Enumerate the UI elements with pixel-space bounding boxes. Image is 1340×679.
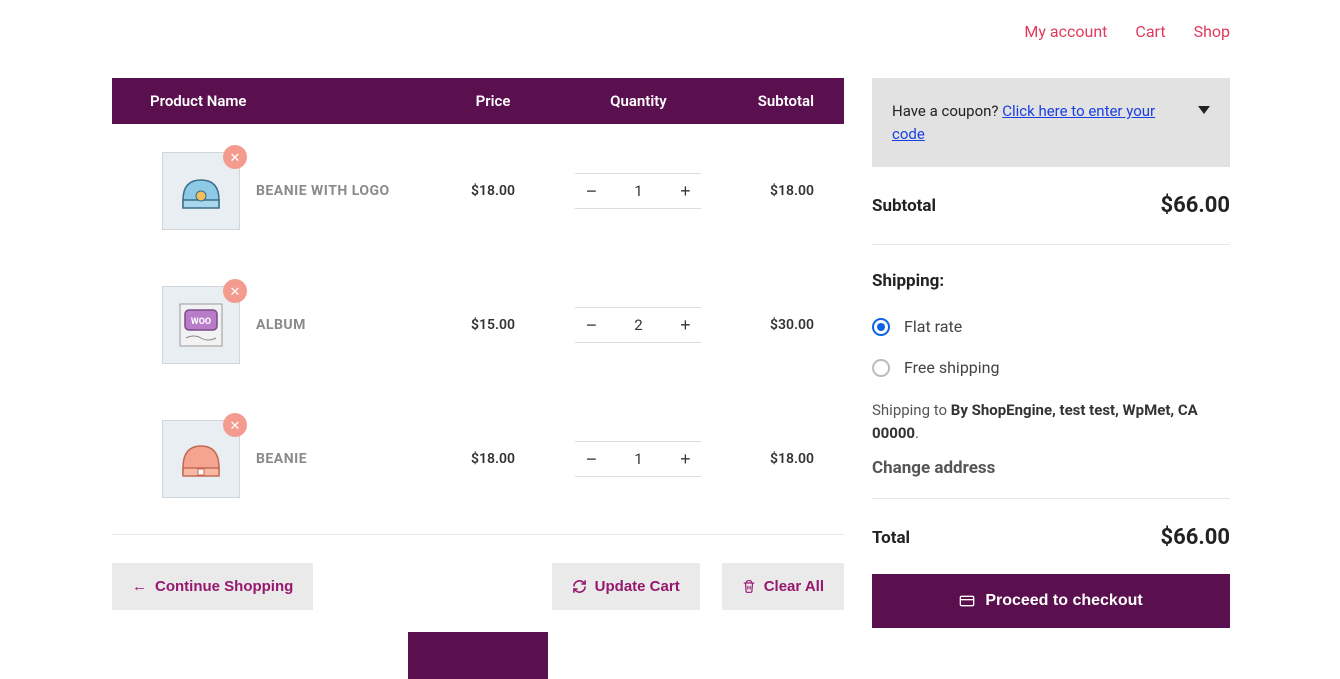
- album-icon: WOO: [174, 298, 228, 352]
- shipping-option-label: Free shipping: [904, 358, 1000, 377]
- product-price: $18.00: [433, 392, 553, 526]
- change-address-link[interactable]: Change address: [872, 458, 1230, 478]
- product-name: ALBUM: [256, 317, 306, 333]
- col-subtotal: Subtotal: [724, 78, 844, 124]
- arrow-left-icon: ←: [132, 578, 147, 595]
- table-row: ✕ BEANIE $18.00: [112, 392, 844, 526]
- refresh-icon: [572, 579, 587, 594]
- product-thumbnail: ✕: [162, 420, 240, 498]
- close-icon: ✕: [230, 151, 241, 164]
- clear-label: Clear All: [764, 578, 824, 595]
- product-subtotal: $18.00: [724, 124, 844, 258]
- top-nav: My account Cart Shop: [1024, 22, 1230, 41]
- shipping-option-free[interactable]: Free shipping: [872, 358, 1230, 377]
- shipping-heading: Shipping:: [872, 271, 1230, 291]
- remove-item-button[interactable]: ✕: [223, 279, 247, 303]
- radio-selected-icon: [872, 318, 890, 336]
- table-row: ✕ BEANIE WITH LOGO $18.00: [112, 124, 844, 258]
- quantity-stepper: − 1 +: [575, 173, 701, 209]
- shipping-option-flat-rate[interactable]: Flat rate: [872, 317, 1230, 336]
- qty-increase-button[interactable]: +: [669, 308, 701, 342]
- nav-shop[interactable]: Shop: [1194, 22, 1230, 41]
- beanie-logo-icon: [177, 170, 225, 212]
- qty-value: 2: [607, 316, 669, 334]
- quantity-stepper: − 1 +: [575, 441, 701, 477]
- qty-decrease-button[interactable]: −: [575, 308, 607, 342]
- qty-value: 1: [607, 450, 669, 468]
- qty-increase-button[interactable]: +: [669, 442, 701, 476]
- trash-icon: [742, 579, 756, 594]
- summary-section: Have a coupon? Click here to enter your …: [872, 78, 1230, 679]
- close-icon: ✕: [230, 419, 241, 432]
- product-name: BEANIE WITH LOGO: [256, 183, 390, 199]
- update-label: Update Cart: [595, 578, 680, 595]
- product-thumbnail: ✕: [162, 152, 240, 230]
- card-icon: [959, 593, 975, 609]
- col-product-name: Product Name: [112, 78, 433, 124]
- subtotal-value: $66.00: [1161, 193, 1231, 218]
- total-label: Total: [872, 528, 910, 548]
- svg-text:WOO: WOO: [191, 317, 211, 327]
- coupon-box[interactable]: Have a coupon? Click here to enter your …: [872, 78, 1230, 167]
- qty-increase-button[interactable]: +: [669, 174, 701, 208]
- continue-label: Continue Shopping: [155, 578, 293, 595]
- shipping-block: Shipping: Flat rate Free shipping Shippi…: [872, 245, 1230, 499]
- qty-decrease-button[interactable]: −: [575, 442, 607, 476]
- product-thumbnail: ✕ WOO: [162, 286, 240, 364]
- continue-shopping-button[interactable]: ← Continue Shopping: [112, 563, 313, 610]
- cart-section: Product Name Price Quantity Subtotal ✕: [112, 78, 844, 679]
- checkout-label: Proceed to checkout: [985, 592, 1142, 610]
- chevron-down-icon: [1198, 106, 1210, 114]
- bottom-dark-button[interactable]: [408, 632, 548, 679]
- product-subtotal: $30.00: [724, 258, 844, 392]
- nav-cart[interactable]: Cart: [1135, 22, 1165, 41]
- shipping-to-text: Shipping to By ShopEngine, test test, Wp…: [872, 399, 1230, 444]
- close-icon: ✕: [230, 285, 241, 298]
- proceed-to-checkout-button[interactable]: Proceed to checkout: [872, 574, 1230, 628]
- product-subtotal: $18.00: [724, 392, 844, 526]
- shipping-option-label: Flat rate: [904, 317, 962, 336]
- qty-value: 1: [607, 182, 669, 200]
- remove-item-button[interactable]: ✕: [223, 145, 247, 169]
- col-quantity: Quantity: [553, 78, 723, 124]
- shipping-to-prefix: Shipping to: [872, 401, 951, 419]
- product-price: $15.00: [433, 258, 553, 392]
- update-cart-button[interactable]: Update Cart: [552, 563, 700, 610]
- product-name: BEANIE: [256, 451, 307, 467]
- cart-table: Product Name Price Quantity Subtotal ✕: [112, 78, 844, 526]
- subtotal-label: Subtotal: [872, 196, 936, 216]
- cart-actions: ← Continue Shopping Update Cart: [112, 563, 844, 610]
- table-row: ✕ WOO ALBUM: [112, 258, 844, 392]
- remove-item-button[interactable]: ✕: [223, 413, 247, 437]
- total-value: $66.00: [1161, 525, 1231, 550]
- qty-decrease-button[interactable]: −: [575, 174, 607, 208]
- nav-my-account[interactable]: My account: [1024, 22, 1107, 41]
- coupon-question: Have a coupon?: [892, 102, 1002, 120]
- divider: [112, 534, 844, 535]
- radio-unselected-icon: [872, 359, 890, 377]
- quantity-stepper: − 2 +: [575, 307, 701, 343]
- clear-all-button[interactable]: Clear All: [722, 563, 844, 610]
- col-price: Price: [433, 78, 553, 124]
- product-price: $18.00: [433, 124, 553, 258]
- beanie-icon: [177, 438, 225, 480]
